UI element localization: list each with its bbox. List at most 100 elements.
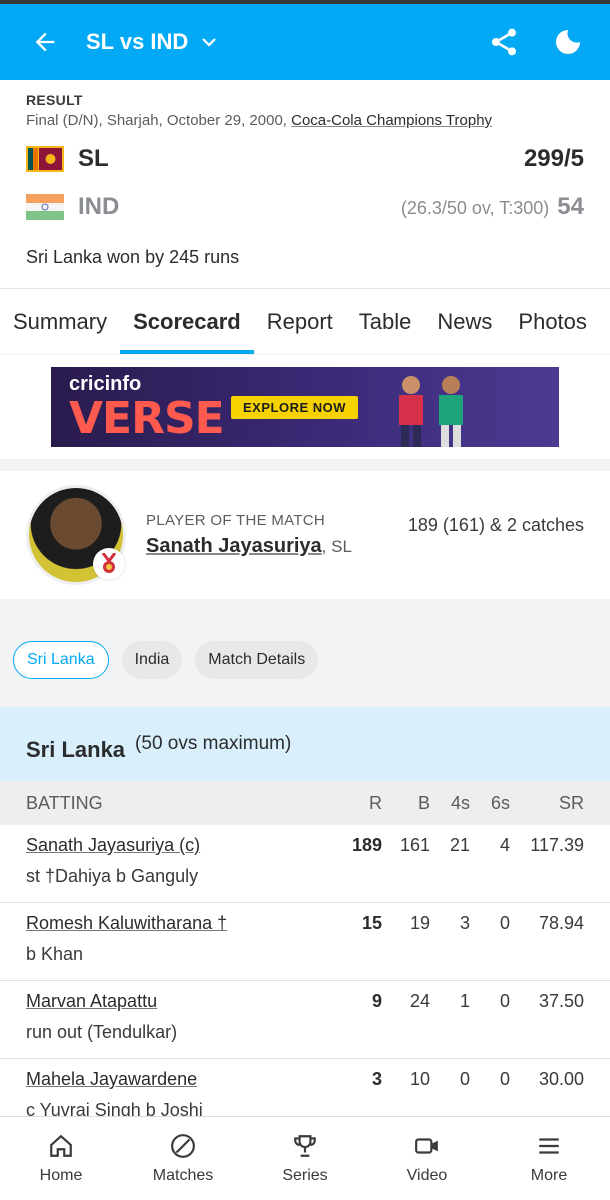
series-link[interactable]: Coca-Cola Champions Trophy [291, 112, 492, 129]
match-tabs: Summary Scorecard Report Table News Phot… [0, 288, 610, 354]
tab-report[interactable]: Report [254, 289, 346, 354]
batter-fours: 21 [449, 835, 470, 855]
team-row-sl[interactable]: SL 299/5 [26, 141, 584, 177]
overs-target: (26.3/50 ov, T:300) [400, 198, 550, 218]
result-text: Sri Lanka won by 245 runs [26, 247, 240, 267]
nav-label: Series [282, 1166, 328, 1184]
team-score: 54 [557, 193, 584, 220]
medal-badge [93, 548, 125, 580]
header-balls: B [417, 792, 430, 813]
batter-name-link[interactable]: Mahela Jayawardene [26, 1069, 322, 1090]
table-row: Marvan Atapattu 9 24 1 0 37.50 run out (… [0, 981, 610, 1059]
potm-label: PLAYER OF THE MATCH [146, 512, 326, 529]
batter-sixes: 0 [499, 1069, 510, 1089]
page-title: SL vs IND [86, 29, 189, 54]
batter-balls: 161 [399, 835, 430, 855]
chip-india[interactable]: India [121, 641, 183, 679]
moon-icon [556, 30, 580, 54]
explore-now-button[interactable]: EXPLORE NOW [231, 396, 359, 419]
avatar [26, 485, 126, 585]
team-row-ind[interactable]: IND (26.3/50 ov, T:300) 54 [26, 189, 584, 225]
ad-container: cricinfo VERSE EXPLORE NOW [0, 355, 610, 459]
chip-sri-lanka[interactable]: Sri Lanka [13, 641, 109, 679]
nav-series[interactable]: Series [244, 1117, 366, 1200]
header-batting: BATTING [26, 792, 103, 813]
match-status: RESULT [26, 92, 83, 108]
batter-runs: 15 [361, 913, 382, 933]
menu-icon [539, 1137, 559, 1154]
share-icon [492, 28, 516, 56]
app-bar: SL vs IND [0, 4, 610, 80]
header-runs: R [369, 792, 382, 813]
arrow-left-icon [35, 32, 55, 52]
potm-name: Sanath Jayasuriya, SL [146, 535, 352, 558]
nav-label: Home [39, 1166, 83, 1184]
batter-runs: 189 [351, 835, 382, 855]
matches-icon [171, 1133, 195, 1158]
chip-match-details[interactable]: Match Details [195, 641, 319, 679]
batter-dismissal: st †Dahiya b Ganguly [26, 866, 199, 886]
batter-strike-rate: 37.50 [538, 991, 584, 1011]
medal-icon [101, 553, 117, 573]
innings-overs: (50 ovs maximum) [135, 733, 292, 754]
batter-sixes: 4 [499, 835, 510, 855]
nav-matches[interactable]: Matches [122, 1117, 244, 1200]
share-button[interactable] [484, 22, 524, 62]
potm-team: , SL [321, 537, 352, 556]
batter-balls: 19 [409, 913, 430, 933]
back-button[interactable] [28, 25, 62, 59]
batter-dismissal: run out (Tendulkar) [26, 1022, 178, 1042]
innings-header[interactable]: Sri Lanka (50 ovs maximum) [0, 707, 610, 781]
batter-strike-rate: 78.94 [538, 913, 584, 933]
tab-summary[interactable]: Summary [13, 289, 120, 354]
batter-fours: 1 [459, 991, 470, 1011]
table-row: Romesh Kaluwitharana † 15 19 3 0 78.94 b… [0, 903, 610, 981]
nav-label: More [530, 1166, 568, 1184]
match-details-text: Final (D/N), Sharjah, October 29, 2000, [26, 112, 292, 129]
match-header: RESULT Final (D/N), Sharjah, October 29,… [0, 80, 610, 288]
batter-runs: 9 [371, 991, 382, 1011]
table-row: Sanath Jayasuriya (c) 189 161 21 4 117.3… [0, 825, 610, 903]
batter-balls: 24 [409, 991, 430, 1011]
trophy-icon [294, 1134, 316, 1157]
ad-characters-illustration [399, 376, 463, 447]
player-of-the-match[interactable]: PLAYER OF THE MATCH Sanath Jayasuriya, S… [0, 471, 610, 599]
ad-title: VERSE [69, 393, 225, 444]
video-icon [415, 1137, 438, 1154]
nav-label: Video [406, 1166, 448, 1184]
batter-runs: 3 [371, 1069, 382, 1089]
innings-selector: Sri Lanka India Match Details [0, 641, 610, 681]
nav-home[interactable]: Home [0, 1117, 122, 1200]
nav-more[interactable]: More [488, 1117, 610, 1200]
potm-player-link[interactable]: Sanath Jayasuriya [146, 535, 322, 557]
team-score: 299/5 [523, 145, 584, 172]
batter-sixes: 0 [499, 913, 510, 933]
batter-fours: 3 [459, 913, 470, 933]
batter-strike-rate: 30.00 [538, 1069, 584, 1089]
batter-fours: 0 [459, 1069, 470, 1089]
nav-label: Matches [152, 1166, 214, 1184]
batter-balls: 10 [409, 1069, 430, 1089]
home-icon [50, 1134, 72, 1157]
batter-sixes: 0 [499, 991, 510, 1011]
team-abbr: IND [78, 193, 120, 220]
tab-table[interactable]: Table [346, 289, 425, 354]
batter-strike-rate: 117.39 [530, 835, 584, 855]
batter-name-link[interactable]: Sanath Jayasuriya (c) [26, 835, 322, 856]
ad-banner[interactable]: cricinfo VERSE EXPLORE NOW [51, 367, 559, 447]
nav-video[interactable]: Video [366, 1117, 488, 1200]
match-selector[interactable]: SL vs IND [86, 29, 218, 55]
batting-table: Sanath Jayasuriya (c) 189 161 21 4 117.3… [0, 825, 610, 1137]
chevron-down-icon [202, 38, 217, 47]
tab-news[interactable]: News [424, 289, 505, 354]
tab-scorecard[interactable]: Scorecard [120, 289, 254, 354]
batter-name-link[interactable]: Marvan Atapattu [26, 991, 322, 1012]
header-fours: 4s [450, 792, 470, 813]
batter-name-link[interactable]: Romesh Kaluwitharana † [26, 913, 322, 934]
india-flag-icon [26, 194, 64, 220]
theme-toggle-button[interactable] [548, 22, 588, 62]
batter-dismissal: b Khan [26, 944, 84, 964]
potm-stat: 189 (161) & 2 catches [407, 515, 584, 535]
tab-photos[interactable]: Photos [505, 289, 600, 354]
header-strike-rate: SR [558, 792, 584, 813]
